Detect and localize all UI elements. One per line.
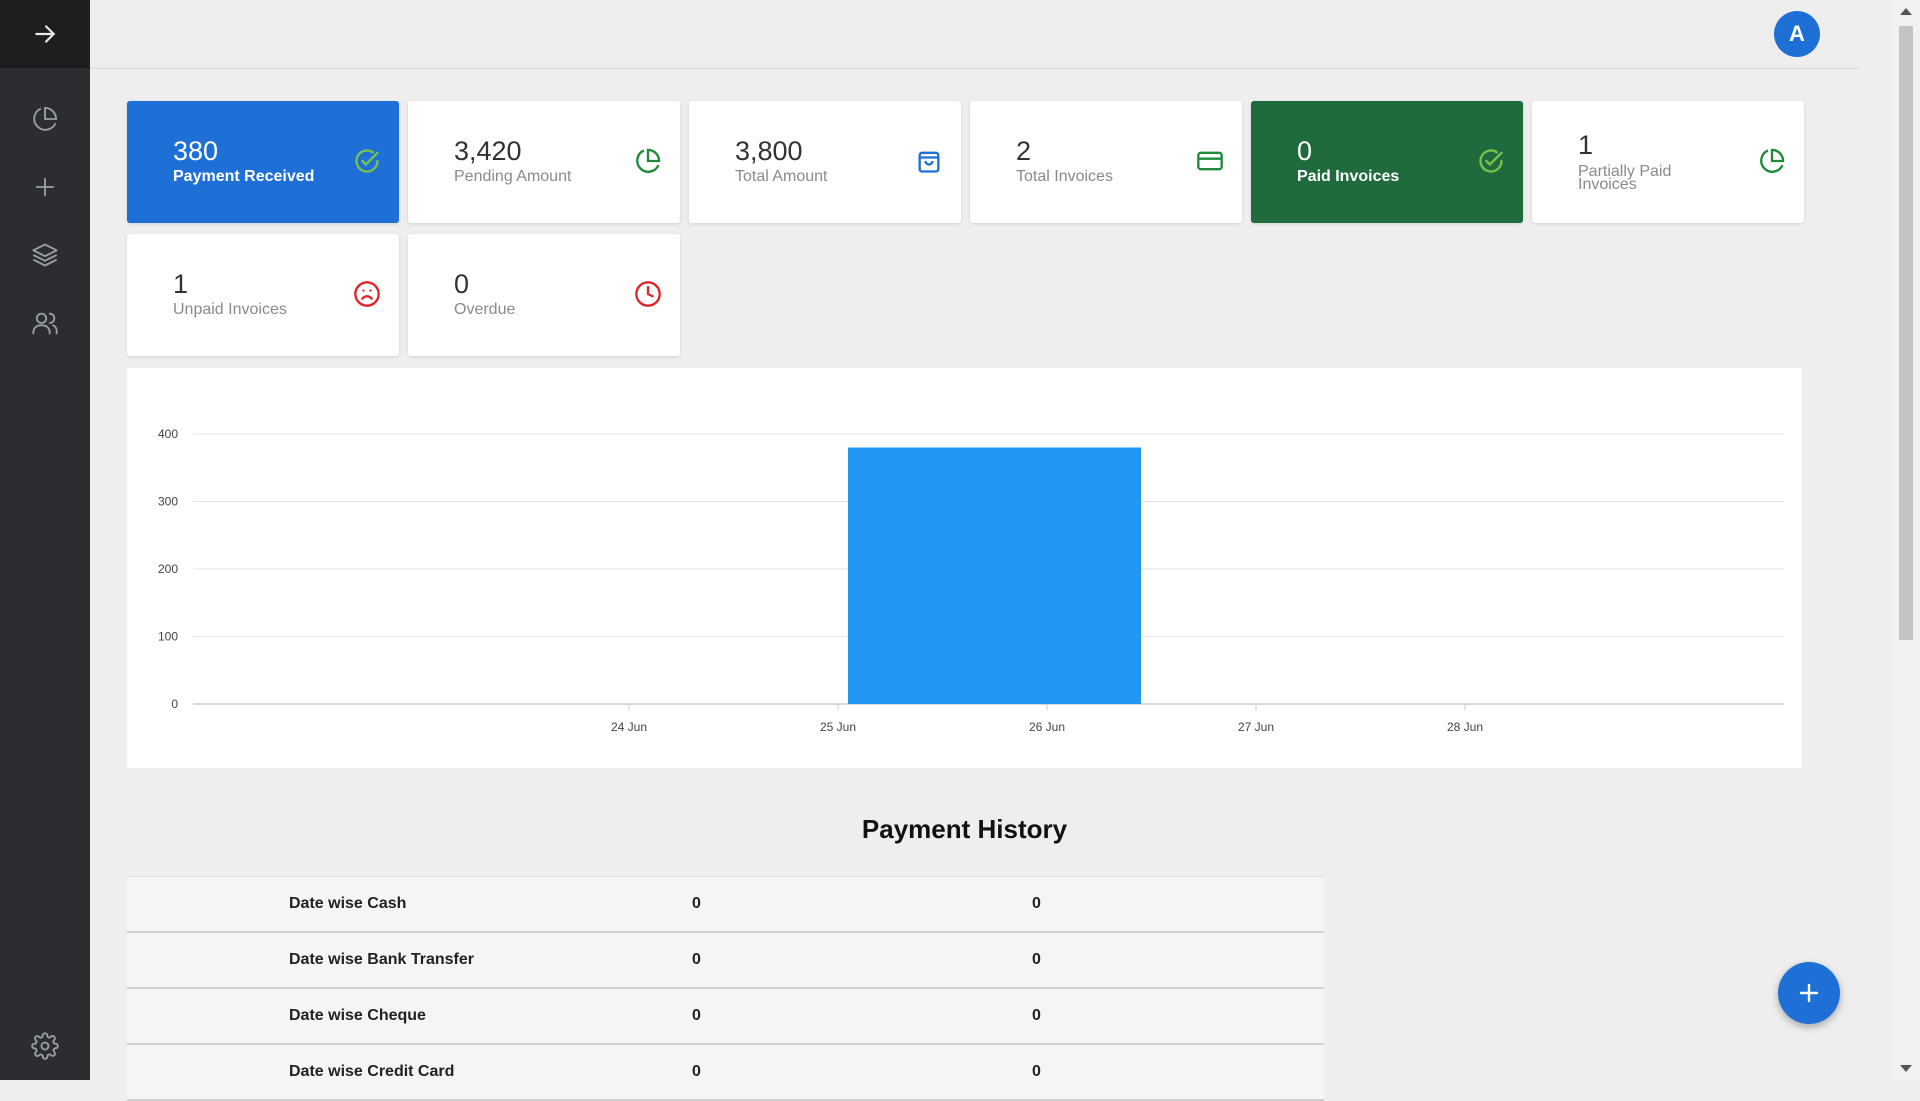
plus-icon xyxy=(1799,983,1819,1003)
main-content: 380 Payment Received 3,420 Pending Amoun… xyxy=(127,101,1804,1101)
sidebar-item-users[interactable] xyxy=(0,289,90,357)
y-tick-label: 100 xyxy=(158,630,178,644)
x-tick-label: 26 Jun xyxy=(1029,720,1065,734)
row-value-b: 0 xyxy=(1032,1007,1041,1024)
add-fab-button[interactable] xyxy=(1778,962,1840,1024)
row-value-b: 0 xyxy=(1032,895,1041,912)
x-tick-label: 28 Jun xyxy=(1447,720,1483,734)
scroll-thumb[interactable] xyxy=(1899,26,1913,640)
credit-card-icon xyxy=(1197,151,1223,171)
pie-chart-icon xyxy=(1760,148,1785,173)
sidebar-item-settings[interactable] xyxy=(0,1012,90,1080)
card-label: Partially Paid Invoices xyxy=(1578,163,1672,193)
y-tick-label: 200 xyxy=(158,562,178,576)
sidebar-item-reports[interactable] xyxy=(0,85,90,153)
y-tick-label: 400 xyxy=(158,427,178,441)
arrow-right-icon xyxy=(35,25,56,43)
row-value-b: 0 xyxy=(1032,1063,1041,1080)
card-overdue[interactable]: 0 Overdue xyxy=(408,234,680,356)
check-circle-icon xyxy=(1479,149,1503,173)
sidebar-item-add[interactable] xyxy=(0,153,90,221)
row-label: Date wise Cheque xyxy=(289,1007,426,1024)
pie-chart-icon xyxy=(636,148,661,173)
row-label: Date wise Bank Transfer xyxy=(289,951,474,968)
summary-cards: 380 Payment Received 3,420 Pending Amoun… xyxy=(127,101,1804,356)
scroll-down-arrow[interactable] xyxy=(1900,1065,1912,1072)
plus-icon xyxy=(35,177,55,197)
check-circle-icon xyxy=(355,149,379,173)
bar-chart: 0 100 200 300 400 24 Jun 25 Jun 26 Jun 27 Jun 28 … xyxy=(158,427,1784,734)
row-value-a: 0 xyxy=(692,895,701,912)
y-tick-label: 300 xyxy=(158,495,178,509)
users-icon xyxy=(32,312,58,335)
vertical-scrollbar[interactable] xyxy=(1892,0,1920,1080)
sidebar xyxy=(0,0,90,1080)
chart-bar[interactable] xyxy=(848,447,1141,705)
sidebar-toggle-button[interactable] xyxy=(0,0,90,68)
x-tick-label: 27 Jun xyxy=(1238,720,1274,734)
row-value-b: 0 xyxy=(1032,951,1041,968)
sidebar-item-layers[interactable] xyxy=(0,221,90,289)
table-row: Date wise Credit Card 0 0 xyxy=(127,1045,1324,1101)
avatar[interactable]: A xyxy=(1774,11,1820,57)
layers-icon xyxy=(32,243,58,267)
row-label: Date wise Cash xyxy=(289,895,407,912)
shopping-bag-icon xyxy=(918,151,940,173)
payment-history-title: Payment History xyxy=(861,814,1068,844)
gear-icon xyxy=(31,1032,59,1060)
card-partially-paid-invoices[interactable]: 1 Partially Paid Invoices xyxy=(1532,101,1804,223)
row-label: Date wise Credit Card xyxy=(289,1063,455,1080)
card-unpaid-invoices[interactable]: 1 Unpaid Invoices xyxy=(127,234,399,356)
frown-icon xyxy=(354,281,380,307)
row-value-a: 0 xyxy=(692,1063,701,1080)
card-total-invoices[interactable]: 2 Total Invoices xyxy=(970,101,1242,223)
x-tick-label: 24 Jun xyxy=(611,720,647,734)
payment-history-table: Date wise Cash 0 0 Date wise Bank Transf… xyxy=(127,876,1324,1101)
payments-chart: 0 100 200 300 400 24 Jun 25 Jun 26 Jun 27 Jun 28 … xyxy=(127,368,1802,768)
card-total-amount[interactable]: 3,800 Total Amount xyxy=(689,101,961,223)
card-pending-amount[interactable]: 3,420 Pending Amount xyxy=(408,101,680,223)
card-payment-received[interactable]: 380 Payment Received xyxy=(127,101,399,223)
table-row: Date wise Bank Transfer 0 0 xyxy=(127,933,1324,989)
pie-chart-icon xyxy=(33,106,58,131)
clock-icon xyxy=(635,281,661,307)
row-value-a: 0 xyxy=(692,951,701,968)
card-paid-invoices[interactable]: 0 Paid Invoices xyxy=(1251,101,1523,223)
y-tick-label: 0 xyxy=(171,697,178,711)
table-row: Date wise Cheque 0 0 xyxy=(127,989,1324,1045)
scroll-up-arrow[interactable] xyxy=(1900,8,1912,15)
row-value-a: 0 xyxy=(692,1007,701,1024)
x-tick-label: 25 Jun xyxy=(820,720,856,734)
table-row: Date wise Cash 0 0 xyxy=(127,877,1324,933)
top-bar: A xyxy=(90,0,1860,69)
